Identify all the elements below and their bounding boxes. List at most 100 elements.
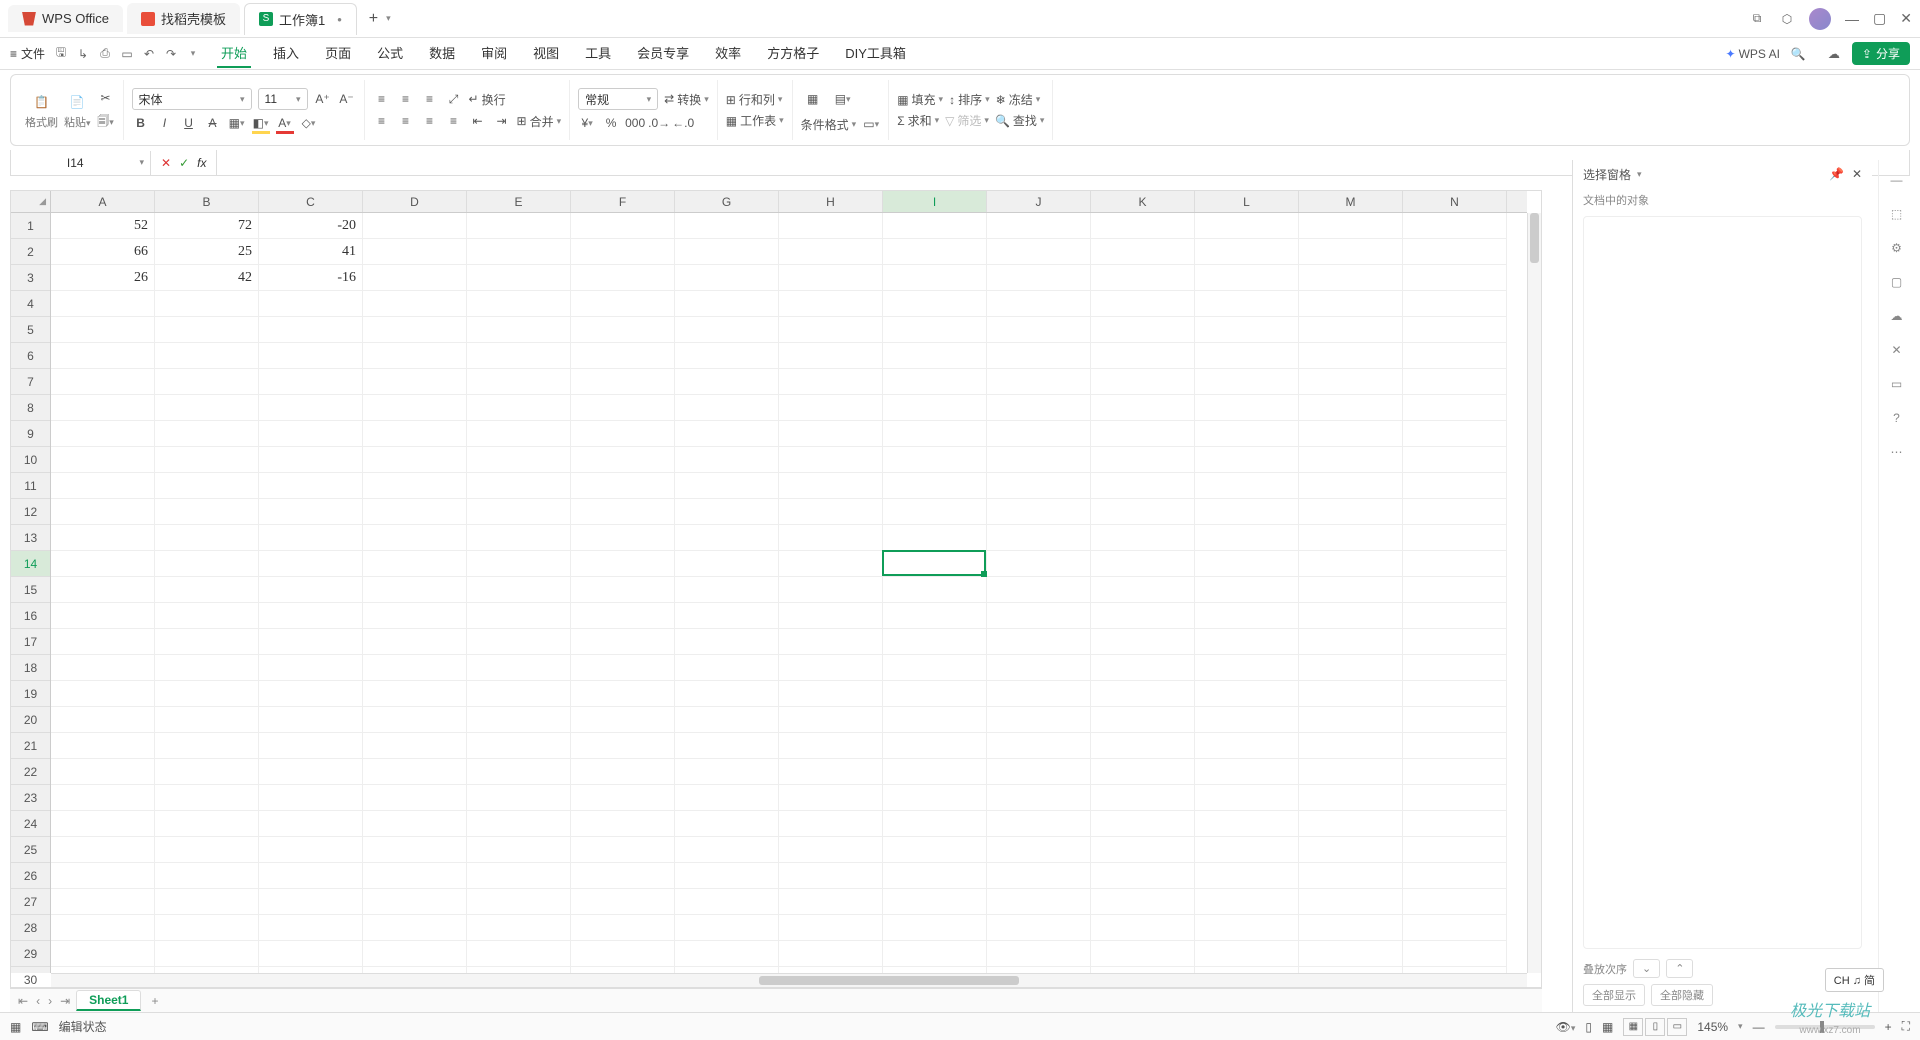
- row-header-16[interactable]: 16: [11, 603, 50, 629]
- tab-efficiency[interactable]: 效率: [711, 39, 745, 68]
- cell-L19[interactable]: [1195, 681, 1299, 707]
- indent-increase-icon[interactable]: ⇥: [493, 112, 511, 130]
- cell-G27[interactable]: [675, 889, 779, 915]
- cell-C8[interactable]: [259, 395, 363, 421]
- cell-J8[interactable]: [987, 395, 1091, 421]
- cell-H25[interactable]: [779, 837, 883, 863]
- cell-D23[interactable]: [363, 785, 467, 811]
- hide-all-button[interactable]: 全部隐藏: [1651, 984, 1713, 1006]
- cell-M4[interactable]: [1299, 291, 1403, 317]
- cell-M14[interactable]: [1299, 551, 1403, 577]
- cell-H4[interactable]: [779, 291, 883, 317]
- cell-E5[interactable]: [467, 317, 571, 343]
- cell-I25[interactable]: [883, 837, 987, 863]
- cell-J21[interactable]: [987, 733, 1091, 759]
- cell-C9[interactable]: [259, 421, 363, 447]
- wps-ai-button[interactable]: ✦WPS AI: [1726, 47, 1780, 61]
- fill-button[interactable]: ▦填充▾: [897, 91, 943, 108]
- cell-B16[interactable]: [155, 603, 259, 629]
- cell-E27[interactable]: [467, 889, 571, 915]
- cell-J17[interactable]: [987, 629, 1091, 655]
- cell-G13[interactable]: [675, 525, 779, 551]
- cell-L6[interactable]: [1195, 343, 1299, 369]
- cell-D11[interactable]: [363, 473, 467, 499]
- cell-E11[interactable]: [467, 473, 571, 499]
- cell-H7[interactable]: [779, 369, 883, 395]
- add-sheet-button[interactable]: +: [145, 994, 164, 1008]
- cell-H19[interactable]: [779, 681, 883, 707]
- undo-icon[interactable]: ↶: [141, 46, 157, 62]
- cell-F12[interactable]: [571, 499, 675, 525]
- cell-I11[interactable]: [883, 473, 987, 499]
- column-header-B[interactable]: B: [155, 191, 259, 212]
- zoom-value[interactable]: 145%: [1697, 1020, 1728, 1034]
- cell-B12[interactable]: [155, 499, 259, 525]
- cell-K25[interactable]: [1091, 837, 1195, 863]
- cell-H3[interactable]: [779, 265, 883, 291]
- cell-C11[interactable]: [259, 473, 363, 499]
- cell-G25[interactable]: [675, 837, 779, 863]
- convert-button[interactable]: ⇄转换▾: [664, 91, 709, 108]
- collapse-icon[interactable]: —: [1887, 170, 1907, 190]
- cell-C21[interactable]: [259, 733, 363, 759]
- cell-N19[interactable]: [1403, 681, 1507, 707]
- cell-J26[interactable]: [987, 863, 1091, 889]
- copy-format-icon[interactable]: 🗐▾: [97, 113, 115, 131]
- cell-D6[interactable]: [363, 343, 467, 369]
- app-tab-daoke[interactable]: 找稻壳模板: [127, 3, 240, 34]
- border-icon[interactable]: ▦▾: [228, 114, 246, 132]
- row-header-3[interactable]: 3: [11, 265, 50, 291]
- cell-E2[interactable]: [467, 239, 571, 265]
- cell-A21[interactable]: [51, 733, 155, 759]
- zoom-out-button[interactable]: —: [1753, 1020, 1765, 1034]
- cell-N6[interactable]: [1403, 343, 1507, 369]
- highlight-icon[interactable]: ◇▾: [300, 114, 318, 132]
- strikethrough-icon[interactable]: A: [204, 114, 222, 132]
- row-header-8[interactable]: 8: [11, 395, 50, 421]
- cell-K17[interactable]: [1091, 629, 1195, 655]
- cell-D16[interactable]: [363, 603, 467, 629]
- cell-I29[interactable]: [883, 941, 987, 967]
- package-icon[interactable]: ⬡: [1779, 11, 1795, 27]
- app-tab-workbook[interactable]: S 工作簿1 •: [244, 3, 357, 35]
- move-down-button[interactable]: ⌄: [1633, 959, 1660, 978]
- cell-L24[interactable]: [1195, 811, 1299, 837]
- cell-C13[interactable]: [259, 525, 363, 551]
- cell-G1[interactable]: [675, 213, 779, 239]
- cell-M17[interactable]: [1299, 629, 1403, 655]
- cell-G10[interactable]: [675, 447, 779, 473]
- cell-E6[interactable]: [467, 343, 571, 369]
- cell-C27[interactable]: [259, 889, 363, 915]
- cell-G3[interactable]: [675, 265, 779, 291]
- cell-H8[interactable]: [779, 395, 883, 421]
- column-header-E[interactable]: E: [467, 191, 571, 212]
- cond-format-button[interactable]: 条件格式▾: [801, 116, 857, 133]
- cell-I6[interactable]: [883, 343, 987, 369]
- cell-K24[interactable]: [1091, 811, 1195, 837]
- cell-style-icon[interactable]: ▦: [801, 87, 825, 111]
- cell-L17[interactable]: [1195, 629, 1299, 655]
- cell-M3[interactable]: [1299, 265, 1403, 291]
- cell-L26[interactable]: [1195, 863, 1299, 889]
- vertical-scrollbar[interactable]: [1527, 213, 1541, 973]
- save-icon[interactable]: 🖫: [53, 46, 69, 62]
- cell-B24[interactable]: [155, 811, 259, 837]
- more-tools-icon[interactable]: ⋯: [1887, 442, 1907, 462]
- cell-B9[interactable]: [155, 421, 259, 447]
- cell-B11[interactable]: [155, 473, 259, 499]
- cell-M12[interactable]: [1299, 499, 1403, 525]
- search-icon[interactable]: 🔍: [1790, 46, 1806, 62]
- fullscreen-icon[interactable]: ⛶: [1902, 1019, 1910, 1034]
- cell-I22[interactable]: [883, 759, 987, 785]
- cell-I20[interactable]: [883, 707, 987, 733]
- cell-N8[interactable]: [1403, 395, 1507, 421]
- column-header-G[interactable]: G: [675, 191, 779, 212]
- bold-icon[interactable]: B: [132, 114, 150, 132]
- cell-E16[interactable]: [467, 603, 571, 629]
- align-center-icon[interactable]: ≡: [397, 112, 415, 130]
- cell-D15[interactable]: [363, 577, 467, 603]
- cell-F5[interactable]: [571, 317, 675, 343]
- cell-M26[interactable]: [1299, 863, 1403, 889]
- cell-C28[interactable]: [259, 915, 363, 941]
- tab-tools[interactable]: 工具: [581, 39, 615, 68]
